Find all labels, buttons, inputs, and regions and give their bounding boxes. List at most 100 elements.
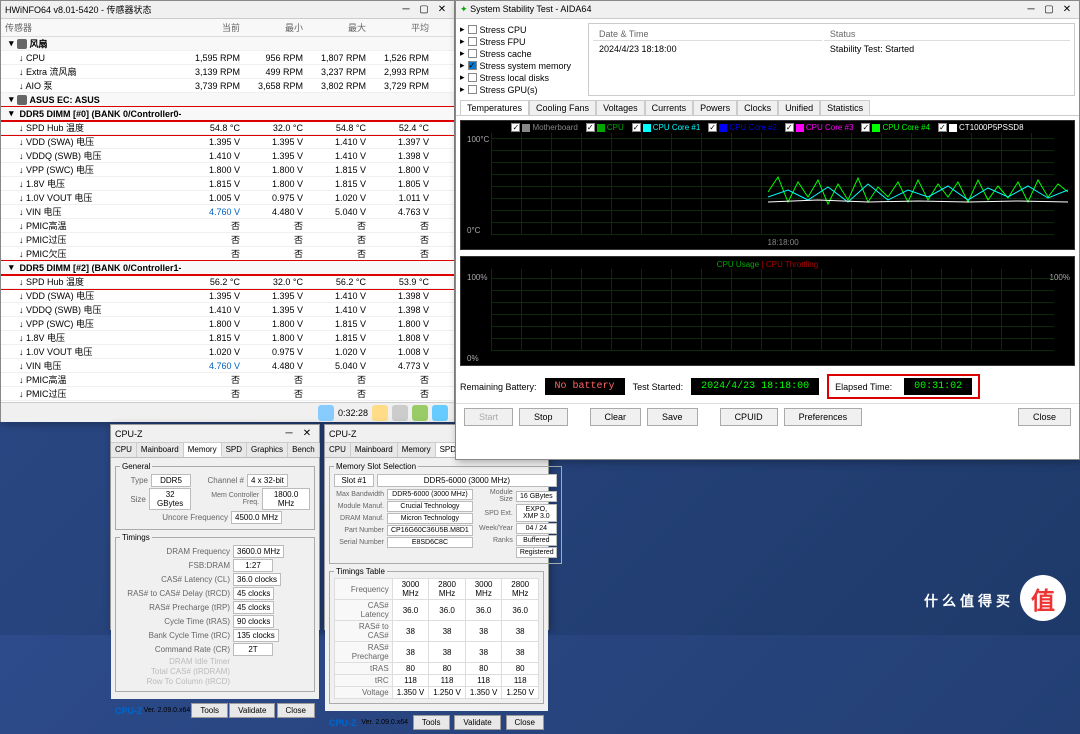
sensor-row[interactable]: ↓ SPD Hub 温度54.8 °C32.0 °C54.8 °C52.4 °C bbox=[1, 121, 454, 135]
maximize-button[interactable]: ▢ bbox=[416, 3, 432, 17]
sensor-row[interactable]: ↓ PMIC过压否否否否 bbox=[1, 387, 454, 401]
minimize-button[interactable]: ─ bbox=[281, 427, 297, 441]
sensor-row[interactable]: ↓ PMIC过压否否否否 bbox=[1, 233, 454, 247]
tab-spd[interactable]: SPD bbox=[222, 443, 247, 457]
settings-icon[interactable] bbox=[392, 405, 408, 421]
chart-tab[interactable]: Currents bbox=[645, 100, 694, 115]
close-button[interactable]: Close bbox=[1018, 408, 1071, 426]
tab-memory[interactable]: Memory bbox=[184, 443, 222, 457]
legend-item[interactable]: CPU bbox=[586, 123, 624, 132]
stress-opt[interactable]: ▸ Stress FPU bbox=[460, 36, 580, 47]
legend-item[interactable]: Motherboard bbox=[511, 123, 577, 132]
watermark-text: 什么值得买 bbox=[924, 591, 1014, 611]
tab-bench[interactable]: Bench bbox=[288, 443, 320, 457]
sensor-row[interactable]: ↓ PMIC高温否否否否 bbox=[1, 373, 454, 387]
tab-mainboard[interactable]: Mainboard bbox=[351, 443, 398, 457]
minimize-button[interactable]: ─ bbox=[1023, 3, 1039, 17]
validate-button[interactable]: Validate bbox=[229, 703, 275, 718]
sensor-row[interactable]: ↓ Extra 流风扇3,139 RPM499 RPM3,237 RPM2,99… bbox=[1, 65, 454, 79]
chart-tab[interactable]: Cooling Fans bbox=[529, 100, 596, 115]
validate-button[interactable]: Validate bbox=[454, 715, 500, 730]
clock-icon[interactable] bbox=[372, 405, 388, 421]
sensor-row[interactable]: ↓ VDDQ (SWB) 电压1.410 V1.395 V1.410 V1.39… bbox=[1, 149, 454, 163]
stress-opt[interactable]: ▸ Stress GPU(s) bbox=[460, 84, 580, 95]
hwinfo-window: HWiNFO64 v8.01-5420 - 传感器状态 ─ ▢ ✕ 传感器 当前… bbox=[0, 0, 455, 422]
close-button[interactable]: ✕ bbox=[1059, 3, 1075, 17]
chart-tab[interactable]: Statistics bbox=[820, 100, 870, 115]
aida-titlebar[interactable]: ✦ System Stability Test - AIDA64 ─▢✕ bbox=[456, 1, 1079, 19]
start-button[interactable]: Start bbox=[464, 408, 513, 426]
legend-item[interactable]: CPU Core #4 bbox=[861, 123, 930, 132]
sensor-row[interactable]: ↓ VIN 电压4.760 V4.480 V5.040 V4.763 V bbox=[1, 205, 454, 219]
elapsed-highlight: Elapsed Time: 00:31:02 bbox=[827, 374, 980, 399]
sensor-row[interactable]: ↓ VPP (SWC) 电压1.800 V1.800 V1.815 V1.800… bbox=[1, 317, 454, 331]
chart-tab[interactable]: Unified bbox=[778, 100, 820, 115]
cpuz1-window: CPU-Z ─✕ CPUMainboardMemorySPDGraphicsBe… bbox=[110, 424, 320, 630]
refresh-icon[interactable] bbox=[318, 405, 334, 421]
cpu-usage-chart: CPU Usage | CPU Throttling 100% 0% 100% bbox=[460, 256, 1075, 366]
sensor-group[interactable]: ▾ 风扇 bbox=[1, 37, 454, 51]
stop-button[interactable]: Stop bbox=[519, 408, 568, 426]
cpuid-button[interactable]: CPUID bbox=[720, 408, 778, 426]
tools-button[interactable]: Tools bbox=[413, 715, 450, 730]
legend-item[interactable]: CT1000P5PSSD8 bbox=[938, 123, 1023, 132]
tools-button[interactable]: Tools bbox=[191, 703, 228, 718]
minimize-button[interactable]: ─ bbox=[398, 3, 414, 17]
tab-cpu[interactable]: CPU bbox=[111, 443, 137, 457]
sensor-row[interactable]: ↓ 1.8V 电压1.815 V1.800 V1.815 V1.808 V bbox=[1, 331, 454, 345]
sensor-group[interactable]: ▾ DDR5 DIMM [#0] (BANK 0/Controller0-DIM… bbox=[1, 107, 454, 121]
slot-select[interactable]: Slot #1 bbox=[334, 474, 374, 487]
maximize-button[interactable]: ▢ bbox=[1041, 3, 1057, 17]
sensor-row[interactable]: ↓ PMIC欠压否否否否 bbox=[1, 401, 454, 402]
stress-opt[interactable]: ▸ Stress local disks bbox=[460, 72, 580, 83]
legend-item[interactable]: CPU Core #2 bbox=[708, 123, 777, 132]
sensor-row[interactable]: ↓ SPD Hub 温度56.2 °C32.0 °C56.2 °C53.9 °C bbox=[1, 275, 454, 289]
sensor-row[interactable]: ↓ 1.8V 电压1.815 V1.800 V1.815 V1.805 V bbox=[1, 177, 454, 191]
sensor-row[interactable]: ↓ VDDQ (SWB) 电压1.410 V1.395 V1.410 V1.39… bbox=[1, 303, 454, 317]
tab-graphics[interactable]: Graphics bbox=[247, 443, 288, 457]
prefs-button[interactable]: Preferences bbox=[784, 408, 863, 426]
close-button[interactable]: ✕ bbox=[299, 427, 315, 441]
sensor-row[interactable]: ↓ PMIC高温否否否否 bbox=[1, 219, 454, 233]
aida-icon: ✦ bbox=[460, 4, 468, 14]
sensor-row[interactable]: ↓ 1.0V VOUT 电压1.020 V0.975 V1.020 V1.008… bbox=[1, 345, 454, 359]
clear-button[interactable]: Clear bbox=[590, 408, 642, 426]
cpuz1-titlebar[interactable]: CPU-Z ─✕ bbox=[111, 425, 319, 443]
sensor-row[interactable]: ↓ AIO 泵3,739 RPM3,658 RPM3,802 RPM3,729 … bbox=[1, 79, 454, 93]
tab-memory[interactable]: Memory bbox=[398, 443, 436, 457]
log-icon[interactable] bbox=[412, 405, 428, 421]
reset-icon[interactable] bbox=[432, 405, 448, 421]
sensor-row[interactable]: ↓ VDD (SWA) 电压1.395 V1.395 V1.410 V1.397… bbox=[1, 135, 454, 149]
sensor-row[interactable]: ↓ VIN 电压4.760 V4.480 V5.040 V4.773 V bbox=[1, 359, 454, 373]
aida-buttons: Start Stop Clear Save CPUID Preferences … bbox=[456, 403, 1079, 430]
tab-cpu[interactable]: CPU bbox=[325, 443, 351, 457]
close-button[interactable]: Close bbox=[277, 703, 315, 718]
cpuz1-tabs: CPUMainboardMemorySPDGraphicsBenchAbout bbox=[111, 443, 319, 458]
sensor-row[interactable]: ↓ PMIC欠压否否否否 bbox=[1, 247, 454, 261]
chart-tab[interactable]: Powers bbox=[693, 100, 737, 115]
chart-tab[interactable]: Clocks bbox=[737, 100, 778, 115]
legend-item[interactable]: CPU Core #3 bbox=[785, 123, 854, 132]
temperature-chart: Motherboard CPU CPU Core #1 CPU Core #2 CPU … bbox=[460, 120, 1075, 250]
stress-opt[interactable]: ▸ Stress cache bbox=[460, 48, 580, 59]
close-button[interactable]: ✕ bbox=[434, 3, 450, 17]
sensor-row[interactable]: ↓ VDD (SWA) 电压1.395 V1.395 V1.410 V1.398… bbox=[1, 289, 454, 303]
legend-item[interactable]: CPU Core #1 bbox=[632, 123, 701, 132]
stress-opt[interactable]: ▸ Stress system memory bbox=[460, 60, 580, 71]
sensor-row[interactable]: ↓ VPP (SWC) 电压1.800 V1.800 V1.815 V1.800… bbox=[1, 163, 454, 177]
hwinfo-body[interactable]: ▾ 风扇↓ CPU1,595 RPM956 RPM1,807 RPM1,526 … bbox=[1, 37, 454, 402]
tab-mainboard[interactable]: Mainboard bbox=[137, 443, 184, 457]
close-button[interactable]: Close bbox=[506, 715, 544, 730]
sensor-row[interactable]: ↓ CPU1,595 RPM956 RPM1,807 RPM1,526 RPM bbox=[1, 51, 454, 65]
hwinfo-titlebar[interactable]: HWiNFO64 v8.01-5420 - 传感器状态 ─ ▢ ✕ bbox=[1, 1, 454, 19]
stress-opt[interactable]: ▸ Stress CPU bbox=[460, 24, 580, 35]
sensor-group[interactable]: ▾ ASUS EC: ASUS bbox=[1, 93, 454, 107]
chart-tab[interactable]: Temperatures bbox=[460, 100, 529, 115]
save-button[interactable]: Save bbox=[647, 408, 698, 426]
watermark-icon: 值 bbox=[1020, 575, 1066, 621]
battery-badge: No battery bbox=[545, 378, 625, 395]
sensor-group[interactable]: ▾ DDR5 DIMM [#2] (BANK 0/Controller1-DIM… bbox=[1, 261, 454, 275]
cpuz2-buttons: CPU-Z Ver. 2.09.0.x64 Tools Validate Clo… bbox=[325, 711, 548, 734]
chart-tab[interactable]: Voltages bbox=[596, 100, 645, 115]
sensor-row[interactable]: ↓ 1.0V VOUT 电压1.005 V0.975 V1.020 V1.011… bbox=[1, 191, 454, 205]
